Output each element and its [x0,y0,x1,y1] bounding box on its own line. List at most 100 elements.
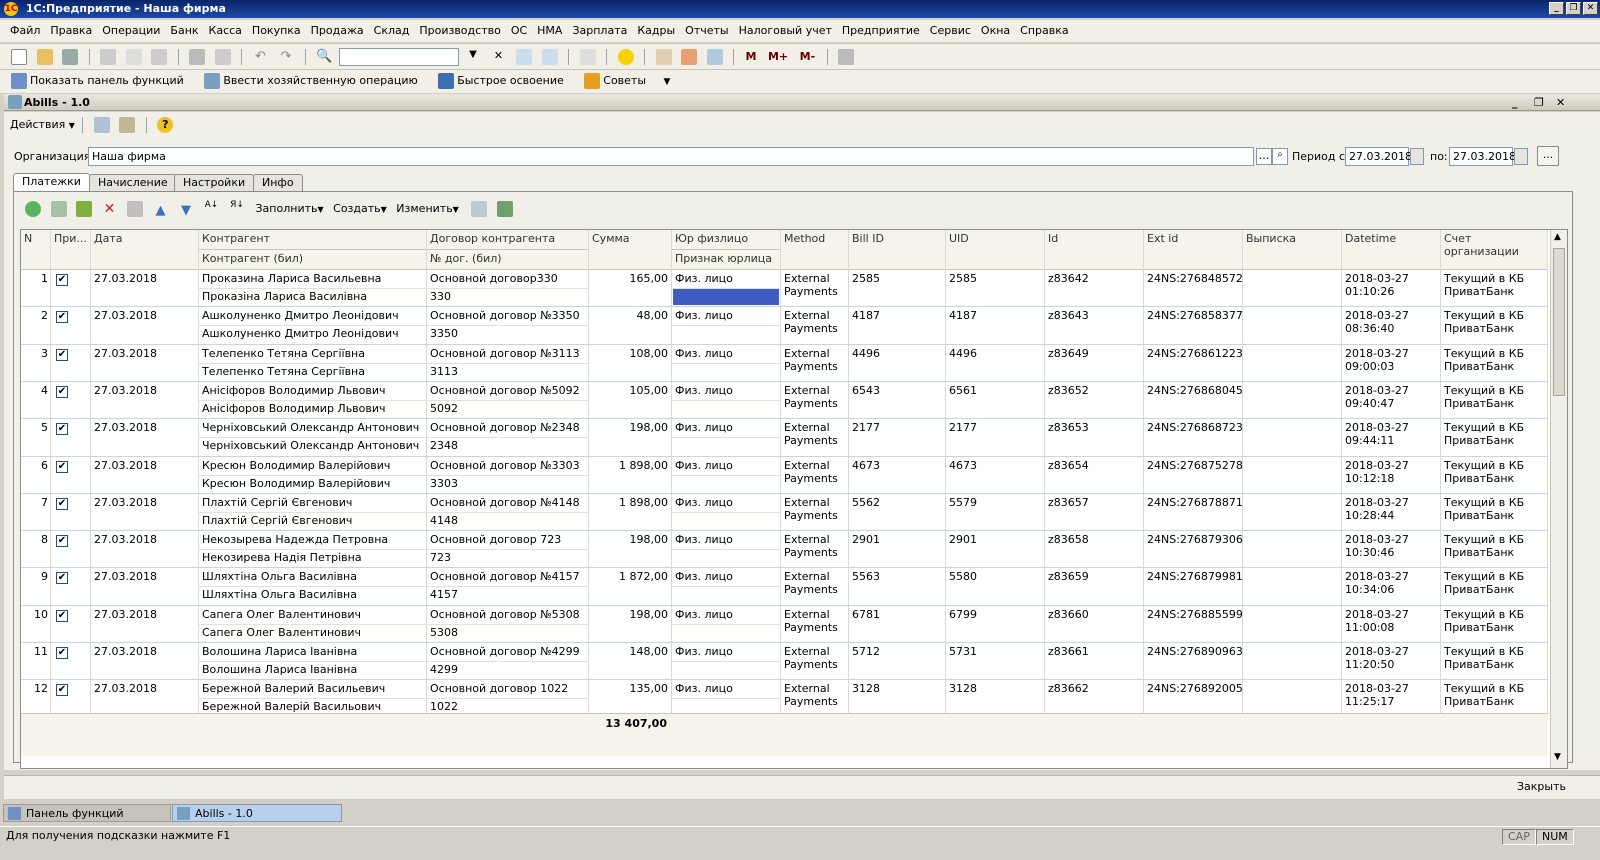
row-contragent-bil[interactable]: Проказіна Лариса Василівна [199,290,427,303]
menu-item-2[interactable]: Операции [102,24,160,37]
row-checkbox[interactable]: ✔ [56,385,68,398]
help-icon[interactable]: ? [157,117,174,133]
row-contract[interactable]: Основной договор №5092 [427,384,589,397]
column-header-id[interactable]: Id [1045,230,1144,270]
row-contragent-bil[interactable]: Волошина Лариса Іванівна [199,663,427,676]
show-panel-button[interactable]: Показать панель функций [30,74,184,87]
sort-asc-icon[interactable]: A↓ [204,201,220,217]
row-sum[interactable]: 1 898,00 [589,496,671,509]
row-sum[interactable]: 198,00 [589,533,671,546]
column-header-datetime[interactable]: Datetime [1342,230,1441,270]
row-legal[interactable]: Физ. лицо [672,682,781,695]
row-sum[interactable]: 198,00 [589,421,671,434]
menu-item-3[interactable]: Банк [170,24,198,37]
menu-item-17[interactable]: Окна [981,24,1010,37]
row-contragent[interactable]: Плахтій Сергій Євгенович [199,496,427,509]
scroll-up-icon[interactable]: ▲ [1554,232,1561,242]
period-to-input[interactable]: 27.03.2018 [1449,147,1516,166]
delete-row-icon[interactable]: ✕ [102,201,118,217]
column-header-sum[interactable]: Сумма [589,230,672,270]
row-contract-no[interactable]: 3113 [427,365,589,378]
structure-icon[interactable] [471,201,488,217]
row-checkbox[interactable]: ✔ [56,535,68,548]
task-abills-window[interactable]: Abills - 1.0 [172,804,342,822]
column-header-n[interactable]: N [21,230,51,270]
row-legal[interactable]: Физ. лицо [672,421,781,434]
tab-payments[interactable]: Платежки [13,173,90,192]
row-legal[interactable]: Физ. лицо [672,459,781,472]
row-contract[interactable]: Основной договор №4148 [427,496,589,509]
save-icon[interactable] [62,49,78,65]
row-contragent[interactable]: Шляхтіна Ольга Василівна [199,570,427,583]
row-contragent-bil[interactable]: Черніховський Олександр Антонович [199,439,427,452]
row-contragent[interactable]: Черніховський Олександр Антонович [199,421,427,434]
paste-icon[interactable] [151,49,167,65]
row-contragent-bil[interactable]: Телепенко Тетяна Сергіївна [199,365,427,378]
row-checkbox[interactable]: ✔ [56,684,68,697]
row-checkbox[interactable]: ✔ [56,460,68,473]
row-contragent[interactable]: Некозырева Надежда Петровна [199,533,427,546]
row-legal[interactable]: Физ. лицо [672,272,781,285]
move-down-icon[interactable]: ▼ [178,201,194,218]
tab-info[interactable]: Инфо [253,174,303,191]
row-contract[interactable]: Основной договор №2348 [427,421,589,434]
menu-item-11[interactable]: Зарплата [572,24,627,37]
row-contract-no[interactable]: 330 [427,290,589,303]
row-contract-no[interactable]: 4148 [427,514,589,527]
row-contract[interactable]: Основной договор 723 [427,533,589,546]
row-contragent-bil[interactable]: Некозирева Надія Петрівна [199,551,427,564]
scroll-thumb[interactable] [1553,248,1565,396]
check-all-icon[interactable] [496,201,513,217]
end-edit-icon[interactable] [127,201,143,217]
row-contract-no[interactable]: 1022 [427,700,589,713]
row-contragent[interactable]: Сапега Олег Валентинович [199,608,427,621]
row-contract-no[interactable]: 3303 [427,477,589,490]
column-header-statement[interactable]: Выписка [1243,230,1342,270]
move-up-icon[interactable]: ▲ [153,201,169,218]
menu-item-15[interactable]: Предприятие [842,24,920,37]
redo-icon[interactable]: ↷ [278,49,294,65]
memory-plus-button[interactable]: M+ [768,50,788,63]
row-contract[interactable]: Основной договор 1022 [427,682,589,695]
column-header-method[interactable]: Method [781,230,849,270]
row-contract-no[interactable]: 723 [427,551,589,564]
print-preview-icon[interactable] [214,49,231,65]
column-header-date[interactable]: Дата [91,230,199,270]
report-icon[interactable] [119,117,136,133]
find-next-icon[interactable] [516,49,532,65]
print-icon[interactable] [189,49,205,65]
column-header-account[interactable]: Счет организации [1441,230,1548,270]
menu-item-4[interactable]: Касса [209,24,242,37]
add-row-icon[interactable] [25,201,41,217]
menu-item-16[interactable]: Сервис [930,24,971,37]
payments-table[interactable]: N При... Дата Контрагент Контрагент (бил) Дог… [20,229,1568,769]
close-button[interactable]: ✕ [1583,2,1598,15]
task-functions-panel[interactable]: Панель функций [3,804,171,822]
windows-icon[interactable] [579,49,596,65]
undo-icon[interactable]: ↶ [253,49,269,65]
search-dropdown-icon[interactable]: ▼ [465,49,481,65]
quick-start-button[interactable]: Быстрое освоение [457,74,564,87]
row-contragent[interactable]: Кресюн Володимир Валерійович [199,459,427,472]
row-contract-no[interactable]: 5308 [427,626,589,639]
row-checkbox[interactable]: ✔ [56,609,68,622]
row-checkbox[interactable]: ✔ [56,497,68,510]
row-checkbox[interactable]: ✔ [56,572,68,585]
calendar-icon[interactable] [681,49,697,65]
actions-menu-button[interactable]: Действия [10,118,65,131]
row-sum[interactable]: 135,00 [589,682,671,695]
row-contract-no[interactable]: 3350 [427,327,589,340]
row-sum[interactable]: 165,00 [589,272,671,285]
menu-item-14[interactable]: Налоговый учет [739,24,832,37]
row-contract[interactable]: Основной договор №4299 [427,645,589,658]
row-contragent-bil[interactable]: Шляхтіна Ольга Василівна [199,588,427,601]
row-legal[interactable]: Физ. лицо [672,347,781,360]
period-from-input[interactable]: 27.03.2018 [1345,147,1412,166]
change-dropdown-icon[interactable]: ▼ [453,205,459,214]
column-header-contract[interactable]: Договор контрагента [427,230,589,250]
row-sum[interactable]: 48,00 [589,309,671,322]
row-contragent-bil[interactable]: Аніciфоров Володимир Львович [199,402,427,415]
column-header-contract_no[interactable]: № дог. (бил) [427,250,589,270]
column-header-bill_id[interactable]: Bill ID [849,230,946,270]
row-contragent[interactable]: Бережной Валерий Васильевич [199,682,427,695]
